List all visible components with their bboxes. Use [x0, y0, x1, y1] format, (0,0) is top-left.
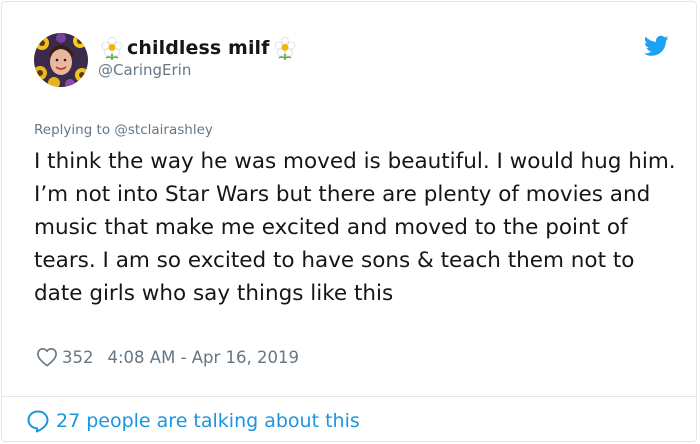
- conversation-link[interactable]: 27 people are talking about this: [26, 406, 360, 436]
- like-count[interactable]: 352: [62, 348, 94, 367]
- speech-bubble-icon: [27, 410, 49, 433]
- avatar-image: [34, 33, 88, 87]
- avatar[interactable]: [34, 33, 88, 87]
- flower-icon: [274, 37, 295, 60]
- tweet-card: childless milf @CaringErin Replying to @…: [1, 1, 697, 442]
- display-name[interactable]: childless milf: [127, 37, 270, 59]
- tweet-text: I think the way he was moved is beautifu…: [34, 149, 676, 306]
- display-name-row[interactable]: childless milf: [100, 35, 297, 61]
- heart-icon[interactable]: [36, 347, 58, 367]
- twitter-bird-icon[interactable]: [644, 35, 669, 57]
- flower-icon: [101, 37, 123, 60]
- user-handle[interactable]: @CaringErin: [98, 61, 191, 79]
- conversation-label[interactable]: 27 people are talking about this: [56, 410, 360, 432]
- tweet-meta: 352 4:08 AM - Apr 16, 2019: [36, 346, 299, 368]
- tweet-timestamp[interactable]: 4:08 AM - Apr 16, 2019: [108, 348, 300, 367]
- replying-to-label[interactable]: Replying to @stclairashley: [34, 122, 213, 138]
- footer-divider: [2, 396, 696, 397]
